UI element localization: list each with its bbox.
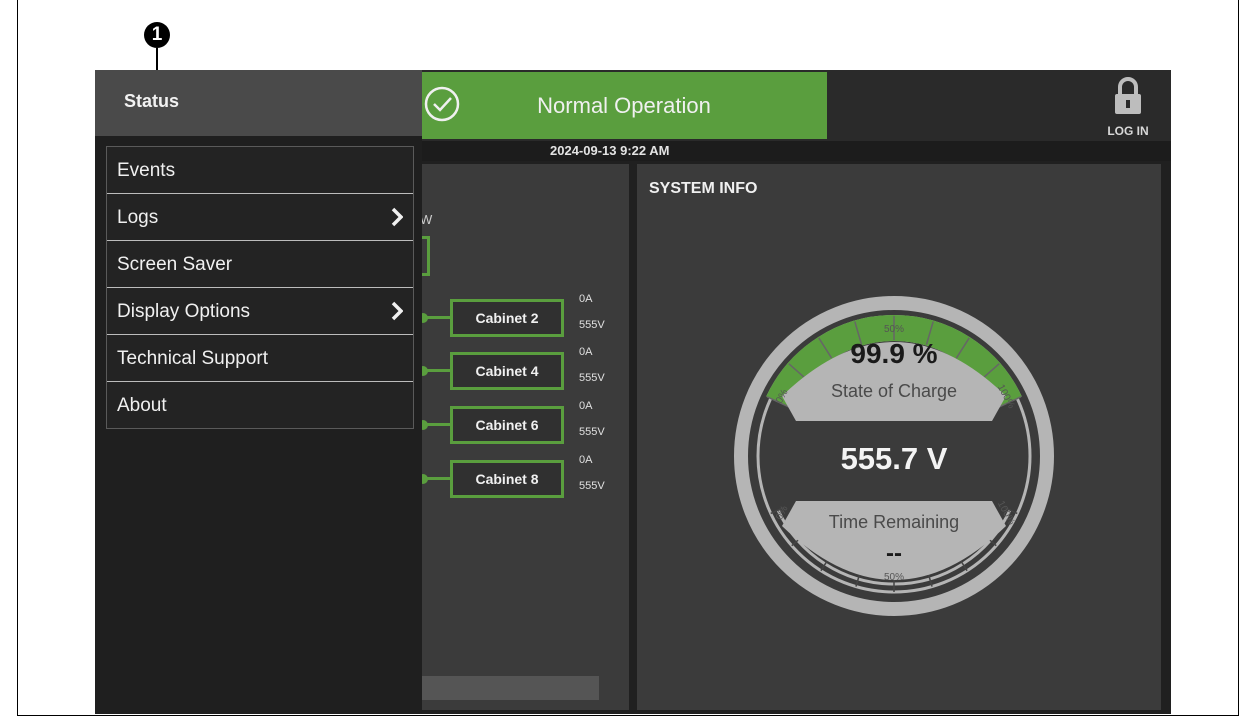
- time-remaining-label: Time Remaining: [828, 512, 960, 532]
- time-remaining-value: --: [886, 540, 902, 567]
- menu-item-about[interactable]: About: [107, 382, 413, 428]
- gauge-bottom-label-mid: 50%: [884, 572, 904, 583]
- menu-item-logs[interactable]: Logs: [107, 194, 413, 241]
- cabinet-connector-line: [423, 369, 451, 372]
- status-banner[interactable]: Normal Operation: [421, 72, 827, 139]
- cabinet-current: 0A: [579, 400, 593, 412]
- cabinet-connector-line: [423, 423, 451, 426]
- callout-marker: 1: [144, 22, 170, 48]
- cabinet-current: 0A: [579, 346, 593, 358]
- login-label: LOG IN: [1107, 124, 1149, 138]
- chevron-right-icon: [391, 207, 403, 227]
- menu-item-label: Screen Saver: [117, 254, 233, 275]
- menu-item-label: About: [117, 395, 167, 416]
- cabinet-voltage: 555V: [579, 480, 605, 492]
- menu-item-screen-saver[interactable]: Screen Saver: [107, 241, 413, 288]
- system-info-panel: SYSTEM INFO 0% 50% 100% 0% 50% 100% 99.9 % St…: [637, 164, 1161, 710]
- menu-title: Status: [124, 91, 180, 111]
- cabinet-box[interactable]: Cabinet 8: [450, 460, 564, 498]
- menu-item-events[interactable]: Events: [107, 147, 413, 194]
- menu-item-display-options[interactable]: Display Options: [107, 288, 413, 335]
- cabinet-connector-line: [423, 316, 451, 319]
- menu-item-technical-support[interactable]: Technical Support: [107, 335, 413, 382]
- cabinet-current: 0A: [579, 454, 593, 466]
- cabinet-box[interactable]: Cabinet 6: [450, 406, 564, 444]
- cabinet-box[interactable]: Cabinet 4: [450, 352, 564, 390]
- menu-item-label: Logs: [117, 207, 159, 228]
- side-menu: Status Events Logs Screen Saver Display Opt…: [95, 70, 422, 714]
- system-info-title: SYSTEM INFO: [649, 180, 758, 197]
- cabinet-voltage: 555V: [579, 372, 605, 384]
- menu-header[interactable]: Status: [95, 70, 422, 136]
- menu-item-label: Events: [117, 160, 176, 181]
- gauge-top-label-mid: 50%: [884, 324, 904, 335]
- date-time-text: 2024-09-13 9:22 AM: [550, 143, 670, 158]
- chevron-right-icon: [391, 301, 403, 321]
- state-of-charge-value: 99.9 %: [850, 338, 938, 369]
- login-button[interactable]: LOG IN: [1099, 76, 1157, 138]
- menu-item-label: Technical Support: [117, 348, 269, 369]
- voltage-value: 555.7 V: [840, 441, 948, 476]
- cabinet-box[interactable]: Cabinet 2: [450, 299, 564, 337]
- cabinet-overview-panel: W Cabinet 2 0A 555V Cabinet 4 0A 555V Cabinet …: [389, 164, 629, 710]
- menu-item-label: Display Options: [117, 301, 251, 322]
- cabinet-connector-line: [423, 477, 451, 480]
- state-of-charge-label: State of Charge: [830, 381, 958, 401]
- cabinet-current: 0A: [579, 293, 593, 305]
- cabinet-voltage: 555V: [579, 319, 605, 331]
- menu-list: Events Logs Screen Saver Display Options Tec…: [106, 146, 414, 429]
- status-banner-text: Normal Operation: [537, 93, 711, 118]
- lock-icon: [1115, 77, 1141, 114]
- state-of-charge-gauge: 0% 50% 100% 0% 50% 100% 99.9 % State of Charg…: [734, 296, 1054, 616]
- cabinet-voltage: 555V: [579, 426, 605, 438]
